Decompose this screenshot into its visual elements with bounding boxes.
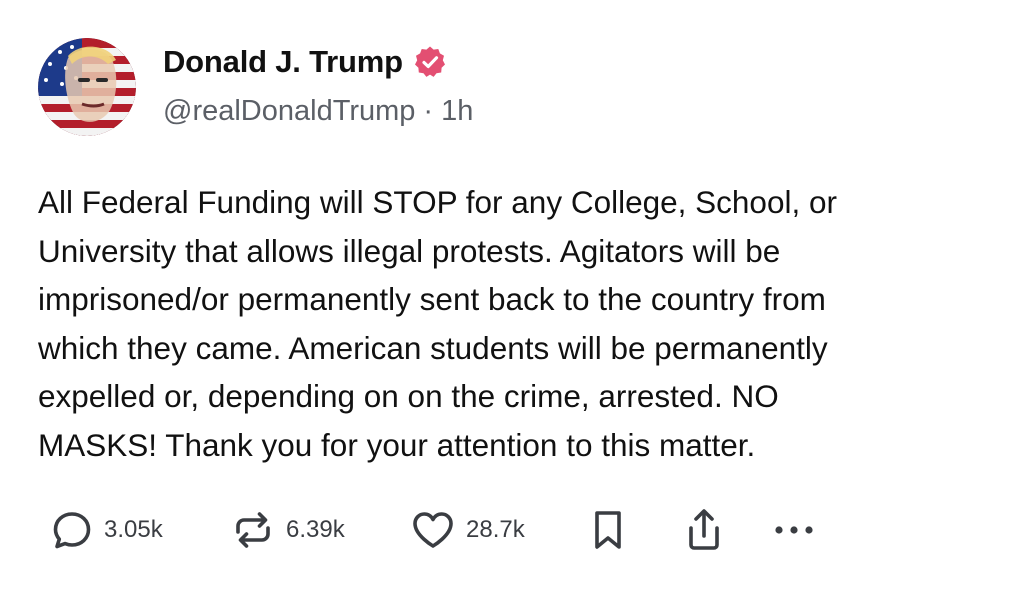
bookmark-button[interactable] [588,505,628,555]
reply-button[interactable]: 3.05k [50,505,163,555]
post-timestamp[interactable]: 1h [441,95,473,128]
repost-button[interactable]: 6.39k [230,505,345,555]
like-count: 28.7k [466,516,525,543]
more-icon [772,520,816,540]
display-name[interactable]: Donald J. Trump [163,44,403,80]
repost-count: 6.39k [286,516,345,543]
post-body-line: which they came. American students will … [38,329,828,366]
reply-count: 3.05k [104,516,163,543]
post-body-line: All Federal Funding will STOP for any Co… [38,184,837,220]
post-body-line: MASKS! Thank you for your attention to t… [38,426,756,463]
post-body-line: expelled or, depending on on the crime, … [38,378,779,414]
repost-icon [230,508,276,552]
share-icon [683,506,725,554]
post-body: All Federal Funding will STOP for any Co… [38,178,998,469]
post-card: Donald J. Trump @realDonaldTrump · 1h Al… [0,0,1024,597]
action-bar: 3.05k 6.39k 28.7k [0,505,1024,555]
display-name-row: Donald J. Trump [163,40,447,84]
avatar[interactable] [38,38,136,136]
heart-icon [410,508,456,552]
post-body-line: University that allows illegal protests.… [38,232,781,269]
post-meta: @realDonaldTrump · 1h [163,95,473,128]
share-button[interactable] [683,505,725,555]
author-handle[interactable]: @realDonaldTrump [163,95,415,128]
more-options-button[interactable] [772,505,816,555]
verified-badge-icon [413,45,447,79]
like-button[interactable]: 28.7k [410,505,525,555]
post-body-line: imprisoned/or permanently sent back to t… [38,281,826,317]
reply-icon [50,508,94,552]
bookmark-icon [588,507,628,553]
meta-separator: · [423,95,434,127]
avatar-image [38,38,136,136]
